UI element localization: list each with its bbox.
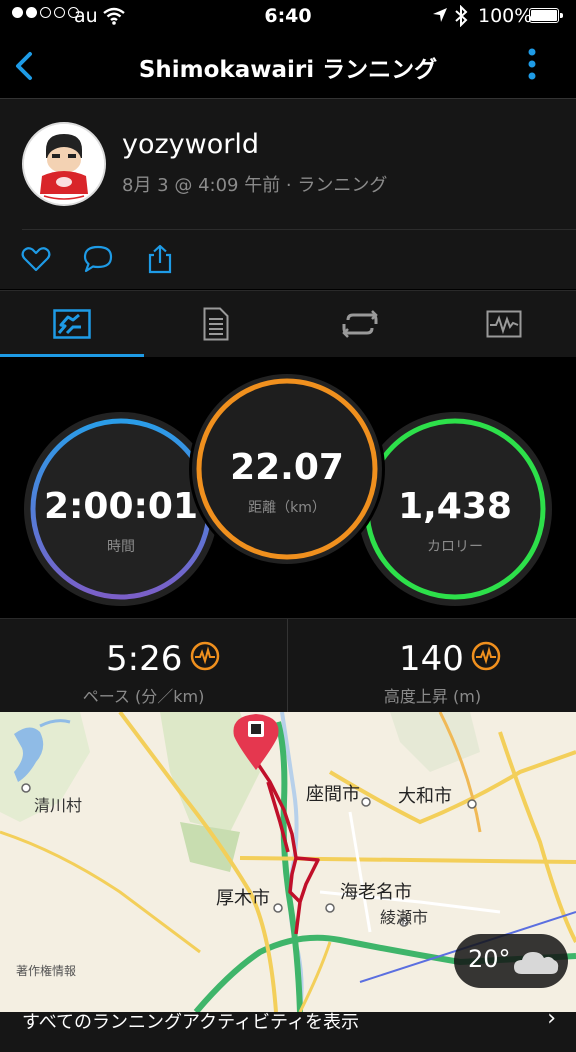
navigation-bar: Shimokawairi ランニング [0,34,576,99]
elevation-chart-icon[interactable] [471,641,501,671]
battery-icon [529,8,563,23]
all-activities-link[interactable]: すべてのランニングアクティビティを表示 › [0,1006,576,1052]
map-label-atsugi: 厚木市 [216,888,270,909]
activity-meta: 8月 3 @ 4:09 午前 · ランニング [122,175,388,196]
all-activities-label: すべてのランニングアクティビティを表示 [22,1012,359,1033]
calories-ring: 1,438 カロリー [358,412,552,606]
back-chevron-icon[interactable] [8,48,44,84]
map-label-yamato: 大和市 [398,786,452,807]
chevron-right-icon: › [547,1006,556,1031]
distance-value: 22.07 [230,447,344,488]
route-map[interactable]: 清川村 座間市 大和市 厚木市 海老名市 綾瀬市 著作権情報 20° [0,712,576,1012]
details-icon [203,307,229,341]
elevation-value: 140 [399,639,464,679]
distance-ring: 22.07 距離（km） [189,371,385,567]
map-label-ayase: 綾瀬市 [380,908,429,927]
activity-header: yozyworld 8月 3 @ 4:09 午前 · ランニング [0,99,576,229]
stats-icon [53,309,91,339]
pace-metric: 5:26 ペース (分／km) [0,619,287,713]
distance-label: 距離（km） [248,500,326,516]
username[interactable]: yozyworld [122,129,259,160]
activity-tabs [0,290,576,357]
secondary-metrics: 5:26 ペース (分／km) 140 高度上昇 (m) [0,618,576,713]
pace-chart-icon[interactable] [190,641,220,671]
social-actions [0,229,576,289]
avatar[interactable] [22,122,106,206]
map-label-kiyokawa: 清川村 [34,796,83,815]
heart-icon[interactable] [20,243,52,275]
route-end-pin-icon[interactable] [230,712,282,776]
chart-icon [486,310,522,338]
map-label-zama: 座間市 [306,784,360,805]
vertical-dots-icon[interactable] [514,46,550,86]
elevation-label: 高度上昇 (m) [383,687,482,706]
status-bar: au 6:40 100% [0,0,576,34]
weather-temperature: 20° [468,945,511,973]
share-icon[interactable] [144,243,176,275]
divider [287,619,288,713]
elevation-metric: 140 高度上昇 (m) [289,619,576,713]
map-label-ebina: 海老名市 [340,882,412,903]
divider [22,229,576,230]
tab-stats[interactable] [0,291,144,357]
summary-stats: 2:00:01 時間 1,438 カロリー 22.07 距離（km） [0,357,576,617]
cloud-icon [514,952,559,974]
weather-badge[interactable]: 20° [454,934,568,988]
tab-laps[interactable] [288,291,432,357]
calories-value: 1,438 [398,486,512,527]
calories-label: カロリー [427,539,483,555]
battery-percent: 100% [478,5,533,27]
avatar-image [24,124,104,204]
tab-details[interactable] [144,291,288,357]
page-title: Shimokawairi ランニング [138,57,438,83]
bluetooth-icon [455,5,468,27]
laps-icon [342,310,378,338]
pace-label: ペース (分／km) [82,687,205,706]
tab-charts[interactable] [432,291,576,357]
map-attribution-link[interactable]: 著作権情報 [16,962,76,979]
pace-value: 5:26 [106,639,183,679]
location-arrow-icon [433,8,447,22]
comment-icon[interactable] [82,243,114,275]
